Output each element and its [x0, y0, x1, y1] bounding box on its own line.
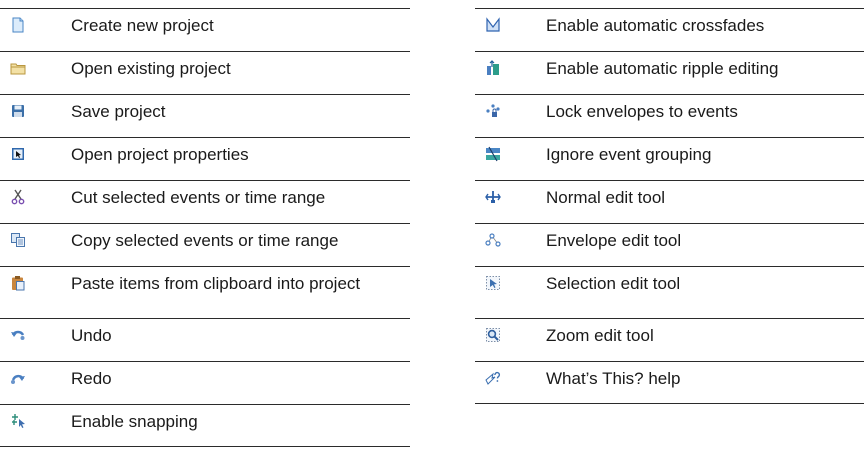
row-label: Open project properties — [71, 145, 249, 164]
table-row: Copy selected events or time range — [0, 223, 410, 266]
row-label: Envelope edit tool — [546, 231, 682, 250]
row-label: What’s This? help — [546, 369, 681, 388]
table-row: Open project properties — [0, 137, 410, 180]
table-row: Lock envelopes to events — [475, 94, 864, 137]
paste-clipboard-icon — [10, 275, 26, 291]
zoom-edit-tool-icon — [485, 327, 501, 343]
toolbar-reference-right-column: Enable automatic crossfades Enable autom… — [475, 8, 864, 404]
table-row: Redo — [0, 361, 410, 404]
scissors-icon — [10, 189, 26, 205]
snapping-icon — [10, 413, 26, 429]
table-row: Normal edit tool — [475, 180, 864, 223]
table-row: Zoom edit tool — [475, 318, 864, 361]
row-label: Redo — [71, 369, 112, 388]
row-label: Normal edit tool — [546, 188, 666, 207]
floppy-disk-icon — [10, 103, 26, 119]
normal-edit-tool-icon — [485, 189, 501, 205]
row-label: Lock envelopes to events — [546, 102, 738, 121]
row-label: Enable snapping — [71, 412, 198, 431]
copy-icon — [10, 232, 26, 248]
table-row: Create new project — [0, 8, 410, 51]
table-row: Enable snapping — [0, 404, 410, 447]
row-label: Selection edit tool — [546, 274, 681, 293]
table-row: Save project — [0, 94, 410, 137]
ripple-edit-icon — [485, 60, 501, 76]
whats-this-help-icon — [485, 370, 501, 386]
table-row: Envelope edit tool — [475, 223, 864, 266]
table-row: Cut selected events or time range — [0, 180, 410, 223]
row-label: Create new project — [71, 16, 214, 35]
row-label: Undo — [71, 326, 112, 345]
row-label: Ignore event grouping — [546, 145, 712, 164]
row-label: Cut selected events or time range — [71, 188, 326, 207]
crossfade-icon — [485, 17, 501, 33]
table-row: What’s This? help — [475, 361, 864, 404]
row-label: Paste items from clipboard into project — [71, 274, 361, 293]
toolbar-reference-left-column: Create new project Open existing project… — [0, 8, 410, 447]
undo-icon — [10, 327, 26, 343]
table-row: Enable automatic ripple editing — [475, 51, 864, 94]
table-row: Open existing project — [0, 51, 410, 94]
new-document-icon — [10, 17, 26, 33]
selection-edit-tool-icon — [485, 275, 501, 291]
table-row: Undo — [0, 318, 410, 361]
row-label: Open existing project — [71, 59, 231, 78]
row-label: Zoom edit tool — [546, 326, 654, 345]
row-label: Save project — [71, 102, 166, 121]
row-label: Copy selected events or time range — [71, 231, 339, 250]
redo-icon — [10, 370, 26, 386]
project-properties-icon — [10, 146, 26, 162]
envelope-edit-tool-icon — [485, 232, 501, 248]
open-folder-icon — [10, 60, 26, 76]
row-label: Enable automatic crossfades — [546, 16, 765, 35]
lock-envelope-icon — [485, 103, 501, 119]
table-row: Selection edit tool — [475, 266, 864, 318]
table-row: Enable automatic crossfades — [475, 8, 864, 51]
row-label: Enable automatic ripple editing — [546, 59, 779, 78]
table-row: Paste items from clipboard into project — [0, 266, 410, 318]
ignore-grouping-icon — [485, 146, 501, 162]
table-row: Ignore event grouping — [475, 137, 864, 180]
